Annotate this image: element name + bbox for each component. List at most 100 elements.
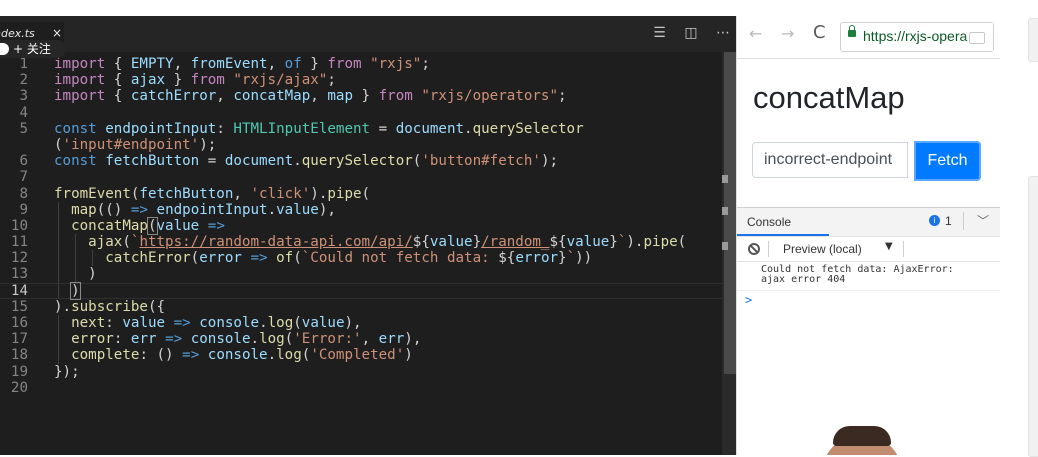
line-number: 1: [19, 56, 28, 72]
more-actions-icon[interactable]: ⋯: [716, 25, 730, 41]
chevron-down-icon[interactable]: ﹀: [977, 212, 989, 229]
code-line: 18 complete: () => console.log('Complete…: [0, 347, 722, 364]
outline-icon[interactable]: ☰: [653, 25, 666, 41]
follow-button[interactable]: + 关注: [0, 40, 66, 58]
info-icon: i: [929, 215, 940, 226]
code-line: 17 error: err => console.log('Error:', e…: [0, 331, 722, 348]
close-icon[interactable]: ×: [52, 26, 62, 40]
line-number: 10: [10, 217, 28, 234]
line-number: 2: [19, 72, 28, 89]
code-area[interactable]: 1 import { EMPTY, fromEvent, of } from "r…: [0, 56, 722, 396]
line-number: 4: [19, 104, 28, 121]
code-editor[interactable]: ndex.ts × ☰ ◫ ⋯ + 关注 1 import { EMPTY, fr…: [0, 16, 736, 455]
scrollbar-marker: [722, 207, 728, 215]
side-panel-card: [1028, 176, 1038, 457]
avatar: [0, 43, 9, 55]
devtools-panel: Console i 1 ﹀ Preview (local) ▼ Could no…: [737, 207, 1001, 455]
url-text: https://rxjs-opera: [863, 28, 968, 44]
divider: [768, 241, 769, 257]
line-number: 14: [10, 282, 28, 299]
scrollbar-marker: [722, 175, 728, 183]
code-line: 19});: [0, 364, 722, 380]
line-number: 15: [10, 298, 28, 315]
code-line: 11 ajax(`https://random-data-api.com/api…: [0, 234, 722, 251]
code-text: fromEvent(fetchButton, 'click').pipe(: [54, 185, 371, 202]
split-editor-icon[interactable]: ◫: [684, 25, 697, 41]
editor-actions: ☰ ◫ ⋯: [639, 25, 730, 41]
code-line: 8 fromEvent(fetchButton, 'click').pipe(: [0, 186, 722, 202]
code-text: ): [70, 281, 81, 300]
code-text: import { ajax } from "rxjs/ajax";: [54, 72, 336, 89]
console-prompt[interactable]: >: [745, 293, 752, 307]
browser-preview: ← → C https://rxjs-opera concatMap Fetch…: [736, 16, 1001, 455]
code-line: 6 const fetchButton = document.querySelec…: [0, 153, 722, 169]
code-line: 4: [0, 105, 722, 121]
active-tab-indicator: [737, 234, 829, 236]
scrollbar-marker: [722, 242, 728, 250]
code-text: map(() => endpointInput.value),: [71, 201, 336, 218]
code-text: ('input#endpoint');: [54, 136, 217, 153]
console-message: Could not fetch data: AjaxError: ajax er…: [761, 264, 954, 285]
line-number: 17: [10, 331, 28, 348]
side-panel: [1000, 0, 1038, 457]
page-title: concatMap: [753, 80, 905, 115]
code-line: 2 import { ajax } from "rxjs/ajax";: [0, 72, 722, 88]
code-text: });: [54, 363, 80, 380]
code-line: 13 ): [0, 266, 722, 283]
caret-down-icon[interactable]: ▼: [885, 241, 893, 252]
code-text: next: value => console.log(value),: [71, 315, 362, 331]
page-action-icon[interactable]: [969, 32, 985, 44]
code-text: import { EMPTY, fromEvent, of } from "rx…: [54, 56, 430, 72]
code-text: error: err => console.log('Error:', err)…: [71, 331, 422, 348]
line-number: 11: [10, 234, 28, 251]
editor-scrollbar[interactable]: [722, 52, 736, 455]
tab-console[interactable]: Console: [747, 215, 791, 229]
forward-icon[interactable]: →: [781, 24, 794, 43]
context-selector[interactable]: Preview (local): [783, 242, 862, 256]
code-line: 16 next: value => console.log(value),: [0, 315, 722, 332]
line-number: 20: [10, 379, 28, 396]
code-text: concatMap(value =>: [71, 216, 225, 235]
code-text: catchError(error => of(`Could not fetch …: [105, 250, 593, 267]
code-line-current: 14 ): [0, 281, 722, 300]
browser-toolbar: ← → C https://rxjs-opera: [737, 16, 1001, 59]
line-number: 19: [10, 363, 28, 380]
line-number: 16: [10, 315, 28, 331]
code-text: ).subscribe({: [54, 298, 166, 315]
follow-label: + 关注: [13, 42, 51, 56]
console-toolbar: Preview (local) ▼: [737, 237, 1001, 262]
editor-tab-label: ndex.ts: [0, 27, 35, 40]
code-line: 5 const endpointInput: HTMLInputElement =…: [0, 121, 722, 137]
code-line: 1 import { EMPTY, fromEvent, of } from "r…: [0, 56, 722, 72]
code-line: 12 catchError(error => of(`Could not fet…: [0, 250, 722, 267]
divider: [737, 290, 1001, 291]
line-number: 3: [19, 88, 28, 105]
code-line: 15 ).subscribe({: [0, 299, 722, 315]
line-number: 13: [10, 266, 28, 283]
line-number: 8: [19, 185, 28, 202]
line-number: 6: [19, 153, 28, 170]
line-number: 12: [10, 250, 28, 267]
divider: [903, 241, 904, 257]
back-icon[interactable]: ←: [749, 24, 762, 43]
code-text: import { catchError, concatMap, map } fr…: [54, 88, 567, 105]
code-line: 3 import { catchError, concatMap, map } f…: [0, 88, 722, 104]
reload-icon[interactable]: C: [813, 22, 826, 43]
code-text: complete: () => console.log('Completed'): [71, 347, 413, 364]
code-line: ('input#endpoint');: [0, 137, 722, 153]
code-text: ): [54, 266, 97, 283]
editor-tab-bar: ndex.ts × ☰ ◫ ⋯: [0, 16, 736, 52]
line-number: 18: [10, 347, 28, 364]
code-text: const endpointInput: HTMLInputElement = …: [54, 120, 584, 137]
address-bar[interactable]: https://rxjs-opera: [840, 22, 994, 52]
endpoint-input[interactable]: [752, 142, 908, 178]
info-count: 1: [945, 214, 952, 228]
line-number: 9: [19, 201, 28, 218]
webcam-overlay-hair: [833, 426, 891, 446]
code-text: const fetchButton = document.querySelect…: [54, 153, 559, 170]
clear-console-icon[interactable]: [748, 243, 760, 255]
fetch-button[interactable]: Fetch: [914, 141, 981, 181]
devtools-tab-bar: Console i 1 ﹀: [737, 208, 1001, 237]
lock-icon: [848, 25, 856, 37]
side-panel-card: [1028, 18, 1038, 62]
